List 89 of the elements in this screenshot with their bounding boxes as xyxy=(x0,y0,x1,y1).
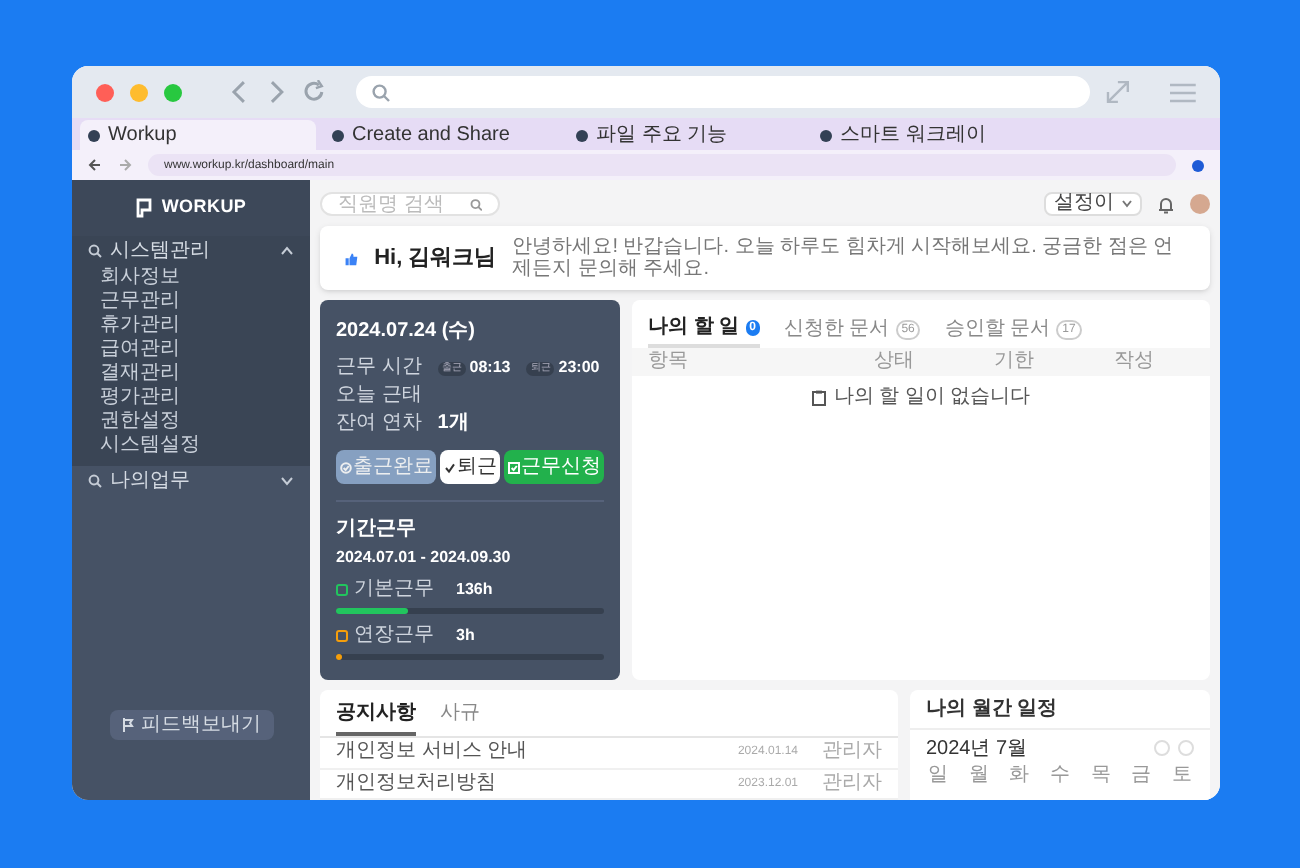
weekday-label: 금 xyxy=(1129,766,1154,786)
sidebar-menu[interactable]: 시스템관리 xyxy=(72,236,310,266)
forward-icon xyxy=(265,80,286,104)
previous-button[interactable] xyxy=(1154,740,1170,756)
field-label: 근무 시간 xyxy=(336,358,422,378)
clipboard-icon xyxy=(811,390,826,406)
meter-value: 3h xyxy=(456,628,475,644)
notice-title[interactable]: 개인정보처리방침 xyxy=(336,773,496,794)
favicon-icon xyxy=(576,129,588,141)
reload-icon xyxy=(301,80,325,104)
bell-icon xyxy=(1158,195,1174,213)
favicon-icon xyxy=(88,129,100,141)
meter-label: 연장근무 xyxy=(354,626,434,646)
time-value: 08:13 xyxy=(469,360,511,376)
notice-author: 관리자 xyxy=(822,773,882,794)
favicon-icon xyxy=(332,129,344,141)
flag-icon xyxy=(121,718,133,732)
tab-title: Workup xyxy=(108,125,177,145)
chevron-icon xyxy=(280,246,294,256)
action-button[interactable]: 퇴근 xyxy=(440,450,500,484)
tab-title: 파일 주요 기능 xyxy=(596,125,728,145)
column-header: 상태 xyxy=(874,352,916,372)
feedback-button[interactable]: 피드백보내기 xyxy=(109,710,273,740)
check-circle-icon xyxy=(339,461,351,473)
search-icon xyxy=(469,197,482,211)
next-button[interactable] xyxy=(1178,740,1194,756)
weekday-label: 월 xyxy=(966,766,991,786)
sidebar-item[interactable]: 회사정보 xyxy=(72,266,310,290)
expand-icon xyxy=(1106,80,1131,104)
back-icon xyxy=(88,158,102,172)
search-field[interactable]: 직원명 검색 xyxy=(320,192,500,216)
meter-label: 기본근무 xyxy=(354,580,434,600)
section-title: 기간근무 xyxy=(336,518,418,540)
checkbox-icon xyxy=(507,461,519,473)
browser-tab[interactable]: 스마트 워크레이 xyxy=(812,120,1048,150)
search-field[interactable] xyxy=(356,76,1091,108)
chevron-icon xyxy=(280,476,294,486)
notice-title[interactable]: 개인정보 서비스 안내 xyxy=(336,742,528,763)
sidebar-item[interactable]: 권한설정 xyxy=(72,410,310,434)
weekday-label: 목 xyxy=(1088,766,1113,786)
notice-tab[interactable]: 공지사항 xyxy=(336,702,416,736)
logo-icon xyxy=(135,198,154,218)
welcome-message: 안녕하세요! 반갑습니다. 오늘 하루도 힘차게 시작해보세요. 궁금한 점은 언제든지 문의해 주세요. xyxy=(512,236,1176,280)
check-icon xyxy=(443,461,455,473)
tab-title: 스마트 워크레이 xyxy=(840,125,986,145)
select-dropdown[interactable]: 설정이 xyxy=(1044,192,1142,216)
menu-icon xyxy=(1170,81,1196,103)
welcome-title: Hi, 김워크님 xyxy=(374,243,497,274)
caret-icon xyxy=(1122,200,1132,208)
field-label: 잔여 연차 xyxy=(336,414,422,434)
sidebar-item[interactable]: 휴가관리 xyxy=(72,314,310,338)
forward-icon xyxy=(118,158,132,172)
sidebar-item[interactable]: 근무관리 xyxy=(72,290,310,314)
notice-tab[interactable]: 사규 xyxy=(440,702,480,736)
thumbs-up-icon xyxy=(344,249,359,267)
period-text: 2024.07.01 - 2024.09.30 xyxy=(336,548,513,568)
notice-author: 관리자 xyxy=(822,742,882,763)
column-header: 기한 xyxy=(994,352,1036,372)
sidebar-item[interactable]: 급여관리 xyxy=(72,338,310,362)
weekday-label: 토 xyxy=(1169,766,1194,786)
empty-message: 나의 할 일이 없습니다 xyxy=(833,388,1031,408)
avatar-icon[interactable] xyxy=(1190,194,1210,214)
field-value: 1개 xyxy=(437,414,469,434)
weekday-label: 수 xyxy=(1047,766,1072,786)
search-icon xyxy=(88,244,102,258)
search-icon xyxy=(372,83,391,101)
browser-tab[interactable]: Workup xyxy=(80,120,316,150)
browser-tab[interactable]: Create and Share xyxy=(324,120,560,150)
back-icon xyxy=(229,80,250,104)
sidebar-item[interactable]: 결재관리 xyxy=(72,362,310,386)
date-text: 2024.07.24 (수) xyxy=(336,318,477,346)
search-icon xyxy=(88,474,102,488)
profile-icon[interactable] xyxy=(1192,159,1204,171)
logo-text: WORKUP xyxy=(161,194,247,221)
favicon-icon xyxy=(820,129,832,141)
weekday-label: 일 xyxy=(926,766,951,786)
browser-tab[interactable]: 파일 주요 기능 xyxy=(568,120,804,150)
weekday-label: 화 xyxy=(1007,766,1032,786)
tab-title: Create and Share xyxy=(352,125,510,145)
month-label: 2024년 7월 xyxy=(926,735,1028,763)
column-header: 작성 xyxy=(1114,352,1156,372)
card-title: 나의 월간 일정 xyxy=(910,690,1210,730)
sidebar-item[interactable]: 평가관리 xyxy=(72,386,310,410)
time-value: 23:00 xyxy=(558,360,600,376)
sidebar-menu[interactable]: 나의업무 xyxy=(72,466,310,496)
column-header: 항목 xyxy=(648,352,690,372)
sidebar-item[interactable]: 시스템설정 xyxy=(72,434,310,458)
meter-value: 136h xyxy=(456,582,493,598)
field-label: 오늘 근태 xyxy=(336,386,422,406)
